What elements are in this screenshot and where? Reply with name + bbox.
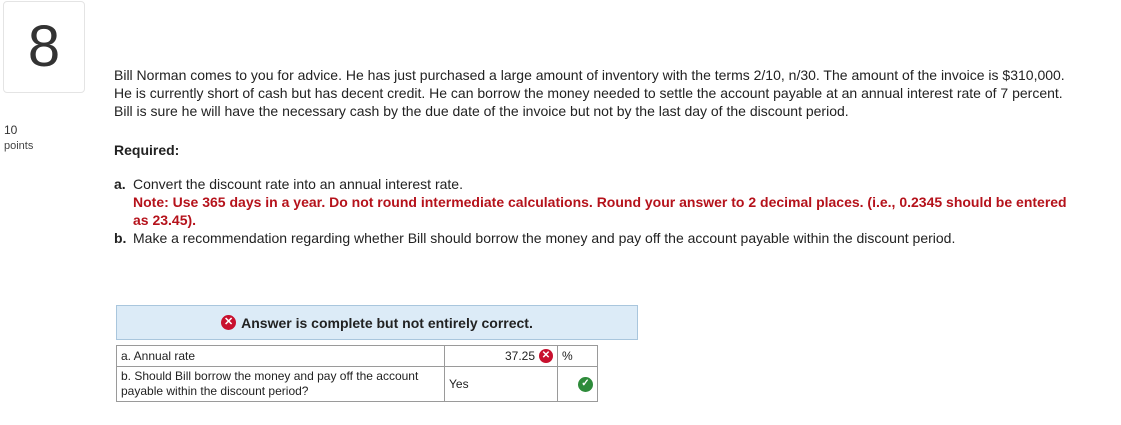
- table-row: b. Should Bill borrow the money and pay …: [116, 366, 598, 402]
- points-value: 10: [4, 123, 18, 137]
- annual-rate-input[interactable]: 37.25: [505, 349, 535, 363]
- requirement-text: Make a recommendation regarding whether …: [133, 230, 956, 246]
- requirement-text: Convert the discount rate into an annual…: [133, 176, 463, 192]
- unit-label: %: [562, 349, 573, 363]
- incorrect-x-icon: ✕: [539, 349, 553, 363]
- question-number: 8: [3, 1, 85, 93]
- answer-status-banner: ✕ Answer is complete but not entirely co…: [116, 305, 638, 340]
- recommendation-select[interactable]: Yes: [449, 377, 469, 391]
- problem-paragraph: Bill Norman comes to you for advice. He …: [114, 67, 1065, 119]
- row-label: a. Annual rate: [121, 348, 196, 363]
- requirement-letter: b.: [114, 230, 127, 246]
- required-heading: Required:: [114, 142, 180, 158]
- points-label: points: [4, 140, 34, 152]
- answer-status-text: Answer is complete but not entirely corr…: [241, 314, 533, 331]
- requirement-b: b. Make a recommendation regarding wheth…: [114, 229, 1074, 247]
- question-content: Bill Norman comes to you for advice. He …: [114, 66, 1074, 247]
- requirement-a: a. Convert the discount rate into an ann…: [114, 175, 1074, 229]
- x-circle-icon: ✕: [221, 315, 237, 330]
- table-row: a. Annual rate 37.25 ✕ %: [116, 345, 598, 367]
- row-label: b. Should Bill borrow the money and pay …: [121, 369, 419, 398]
- answer-table: a. Annual rate 37.25 ✕ % b. Should Bill …: [116, 345, 598, 402]
- requirement-letter: a.: [114, 176, 126, 192]
- correct-check-icon: ✓: [578, 376, 593, 392]
- requirements-list: a. Convert the discount rate into an ann…: [114, 175, 1074, 247]
- requirement-note: Note: Use 365 days in a year. Do not rou…: [133, 194, 1067, 228]
